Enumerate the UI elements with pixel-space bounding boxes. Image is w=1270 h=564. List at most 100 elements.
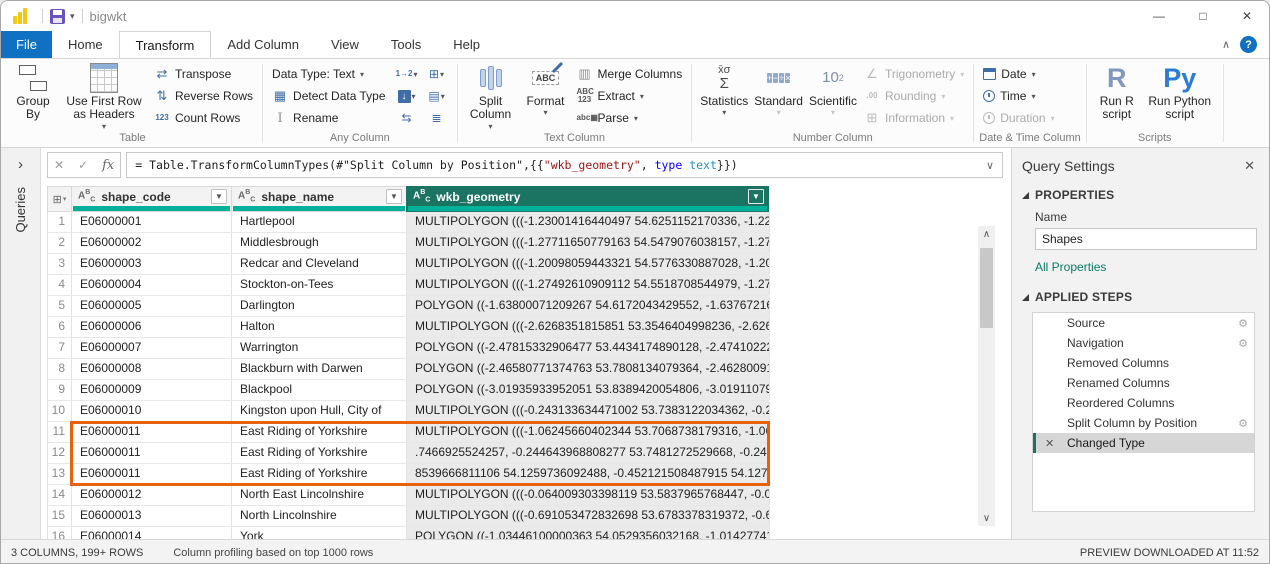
- cell-shape-code[interactable]: E06000003: [72, 254, 232, 274]
- rename-button[interactable]: I Rename: [268, 107, 390, 129]
- cell-wkb-geometry[interactable]: 8539666811106 54.1259736092488, -0.45212…: [407, 464, 770, 484]
- cell-wkb-geometry[interactable]: MULTIPOLYGON (((-0.064009303398119 53.58…: [407, 485, 770, 505]
- applied-step-source[interactable]: Source⚙: [1033, 313, 1254, 333]
- cell-wkb-geometry[interactable]: POLYGON ((-2.47815332906477 53.443417489…: [407, 338, 770, 358]
- run-python-script-button[interactable]: Py Run Python script: [1142, 60, 1218, 122]
- cell-wkb-geometry[interactable]: MULTIPOLYGON (((-1.20098059443321 54.577…: [407, 254, 770, 274]
- cell-wkb-geometry[interactable]: MULTIPOLYGON (((-0.691053472832698 53.67…: [407, 506, 770, 526]
- expand-queries-pane-icon[interactable]: ›: [18, 156, 23, 173]
- tab-transform[interactable]: Transform: [119, 31, 212, 58]
- cell-wkb-geometry[interactable]: MULTIPOLYGON (((-1.27711650779163 54.547…: [407, 233, 770, 253]
- cell-shape-code[interactable]: E06000002: [72, 233, 232, 253]
- split-column-button[interactable]: Split Column ▾: [463, 60, 519, 131]
- run-r-script-button[interactable]: R Run R script: [1092, 60, 1142, 122]
- close-button[interactable]: ✕: [1225, 1, 1269, 31]
- cell-shape-name[interactable]: Halton: [232, 317, 407, 337]
- applied-step-reordered-columns[interactable]: Reordered Columns: [1033, 393, 1254, 413]
- cell-wkb-geometry[interactable]: MULTIPOLYGON (((-1.27492610909112 54.551…: [407, 275, 770, 295]
- cell-wkb-geometry[interactable]: MULTIPOLYGON (((-0.243133634471002 53.73…: [407, 401, 770, 421]
- cell-shape-code[interactable]: E06000013: [72, 506, 232, 526]
- standard-button[interactable]: +−÷× Standard ▾: [751, 60, 806, 117]
- tab-view[interactable]: View: [315, 31, 375, 58]
- cell-shape-name[interactable]: Redcar and Cleveland: [232, 254, 407, 274]
- cell-shape-name[interactable]: Kingston upon Hull, City of: [232, 401, 407, 421]
- cell-wkb-geometry[interactable]: MULTIPOLYGON (((-1.06245660402344 53.706…: [407, 422, 770, 442]
- cell-shape-code[interactable]: E06000011: [72, 443, 232, 463]
- trigonometry-button[interactable]: ∠ Trigonometry ▾: [860, 63, 968, 85]
- group-by-button[interactable]: Group By: [8, 60, 58, 122]
- cell-shape-code[interactable]: E06000007: [72, 338, 232, 358]
- scientific-button[interactable]: 102 Scientific ▾: [806, 60, 860, 117]
- statistics-button[interactable]: x̄σΣ Statistics ▾: [697, 60, 751, 117]
- extract-button[interactable]: ABC123 Extract ▾: [573, 85, 687, 107]
- cell-shape-name[interactable]: East Riding of Yorkshire: [232, 422, 407, 442]
- column-header-wkb-geometry[interactable]: ABCwkb_geometry▼: [406, 186, 769, 212]
- column-header-shape-code[interactable]: ABCshape_code▼: [71, 186, 231, 212]
- time-button[interactable]: Time ▾: [979, 85, 1058, 107]
- cell-shape-code[interactable]: E06000005: [72, 296, 232, 316]
- cell-wkb-geometry[interactable]: .7466925524257, -0.244643968808277 53.74…: [407, 443, 770, 463]
- filter-dropdown-icon[interactable]: ▼: [748, 189, 764, 204]
- cell-shape-code[interactable]: E06000012: [72, 485, 232, 505]
- delete-step-icon[interactable]: ✕: [1045, 437, 1054, 450]
- parse-button[interactable]: abc▦ Parse ▾: [573, 107, 687, 129]
- quick-access-dropdown-icon[interactable]: ▾: [70, 11, 75, 22]
- cell-wkb-geometry[interactable]: POLYGON ((-1.03446100000363 54.052935603…: [407, 527, 770, 539]
- scroll-down-icon[interactable]: ∨: [983, 510, 990, 526]
- cell-shape-name[interactable]: York: [232, 527, 407, 539]
- scroll-up-icon[interactable]: ∧: [983, 226, 990, 242]
- tab-file[interactable]: File: [1, 31, 52, 58]
- rounding-button[interactable]: .00 Rounding ▾: [860, 85, 968, 107]
- filter-dropdown-icon[interactable]: ▼: [211, 189, 227, 204]
- cell-wkb-geometry[interactable]: MULTIPOLYGON (((-1.23001416440497 54.625…: [407, 212, 770, 232]
- applied-step-removed-columns[interactable]: Removed Columns: [1033, 353, 1254, 373]
- cell-shape-code[interactable]: E06000008: [72, 359, 232, 379]
- minimize-button[interactable]: —: [1137, 1, 1181, 31]
- filter-dropdown-icon[interactable]: ▼: [386, 189, 402, 204]
- all-properties-link[interactable]: All Properties: [1035, 260, 1255, 274]
- select-all-corner-button[interactable]: ⊞▾: [47, 186, 71, 212]
- replace-values-button[interactable]: 1→2▾: [392, 63, 422, 85]
- count-rows-button[interactable]: 123 Count Rows: [150, 107, 257, 129]
- information-button[interactable]: ⊞ Information ▾: [860, 107, 968, 129]
- formula-expand-icon[interactable]: ∨: [986, 159, 994, 172]
- collapse-section-icon[interactable]: [1022, 192, 1029, 199]
- query-name-input[interactable]: [1035, 228, 1257, 250]
- cell-shape-code[interactable]: E06000010: [72, 401, 232, 421]
- tab-add-column[interactable]: Add Column: [211, 31, 315, 58]
- reverse-rows-button[interactable]: ⇅ Reverse Rows: [150, 85, 257, 107]
- cell-shape-code[interactable]: E06000006: [72, 317, 232, 337]
- cell-shape-name[interactable]: East Riding of Yorkshire: [232, 464, 407, 484]
- cell-shape-name[interactable]: Blackpool: [232, 380, 407, 400]
- step-settings-gear-icon[interactable]: ⚙: [1238, 317, 1248, 330]
- format-button[interactable]: ABC Format ▾: [519, 60, 573, 117]
- scrollbar-thumb[interactable]: [980, 248, 993, 328]
- maximize-button[interactable]: □: [1181, 1, 1225, 31]
- transpose-button[interactable]: ⇄ Transpose: [150, 63, 257, 85]
- cell-shape-code[interactable]: E06000001: [72, 212, 232, 232]
- tab-help[interactable]: Help: [437, 31, 496, 58]
- cell-shape-code[interactable]: E06000009: [72, 380, 232, 400]
- cell-shape-name[interactable]: Blackburn with Darwen: [232, 359, 407, 379]
- cancel-formula-icon[interactable]: ✕: [54, 158, 64, 172]
- applied-step-changed-type[interactable]: ✕Changed Type: [1033, 433, 1254, 453]
- cell-shape-name[interactable]: Middlesbrough: [232, 233, 407, 253]
- detect-data-type-button[interactable]: ▦ Detect Data Type: [268, 85, 390, 107]
- formula-input[interactable]: = Table.TransformColumnTypes(#"Split Col…: [126, 152, 1003, 178]
- data-type-button[interactable]: Data Type: Text ▾: [268, 63, 390, 85]
- cell-shape-name[interactable]: Warrington: [232, 338, 407, 358]
- cell-shape-name[interactable]: North East Lincolnshire: [232, 485, 407, 505]
- cell-shape-code[interactable]: E06000004: [72, 275, 232, 295]
- tab-tools[interactable]: Tools: [375, 31, 437, 58]
- applied-step-navigation[interactable]: Navigation⚙: [1033, 333, 1254, 353]
- cell-wkb-geometry[interactable]: POLYGON ((-3.01935933952051 53.838942005…: [407, 380, 770, 400]
- commit-formula-icon[interactable]: ✓: [78, 158, 88, 172]
- vertical-scrollbar[interactable]: ∧ ∨: [978, 226, 995, 526]
- cell-shape-name[interactable]: Hartlepool: [232, 212, 407, 232]
- collapse-ribbon-icon[interactable]: ∧: [1222, 38, 1230, 51]
- cell-shape-name[interactable]: Darlington: [232, 296, 407, 316]
- unpivot-columns-button[interactable]: ▤▾: [422, 85, 452, 107]
- cell-shape-name[interactable]: North Lincolnshire: [232, 506, 407, 526]
- cell-wkb-geometry[interactable]: POLYGON ((-1.63800071209267 54.617204342…: [407, 296, 770, 316]
- cell-shape-code[interactable]: E06000011: [72, 464, 232, 484]
